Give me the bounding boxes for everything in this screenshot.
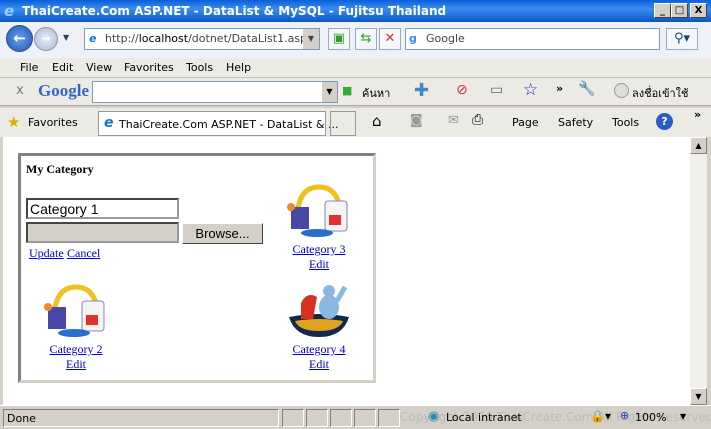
signin-button[interactable]: ลงชื่อเข้าใช้ bbox=[632, 84, 688, 102]
list-item: Category 4 Edit bbox=[264, 281, 374, 372]
google-search-dropdown[interactable]: ▼ bbox=[322, 82, 337, 102]
address-dropdown-button[interactable]: ▼ bbox=[303, 29, 319, 49]
feeds-icon[interactable]: ◙ bbox=[410, 113, 423, 128]
compatibility-view-icon[interactable]: ▣ bbox=[328, 28, 350, 50]
browse-button[interactable]: Browse... bbox=[182, 223, 263, 244]
status-pane bbox=[354, 409, 376, 427]
mail-icon[interactable]: ✉ bbox=[448, 113, 459, 128]
url-scheme: http:// bbox=[105, 32, 139, 45]
refresh-button[interactable]: ⇆ bbox=[355, 28, 377, 50]
ie-page-icon: e bbox=[104, 115, 114, 131]
file-path-input[interactable] bbox=[26, 222, 179, 243]
popup-blocker-icon[interactable]: ⊘ bbox=[456, 82, 468, 98]
favorites-button[interactable]: Favorites bbox=[28, 116, 78, 129]
favorites-star-icon: ★ bbox=[7, 113, 21, 131]
maximize-button[interactable]: □ bbox=[671, 3, 688, 18]
edit-link[interactable]: Edit bbox=[309, 257, 329, 271]
close-button[interactable]: X bbox=[690, 3, 707, 18]
vertical-scrollbar[interactable]: ▲ ▼ bbox=[690, 137, 707, 405]
list-item: Category 3 Edit bbox=[264, 181, 374, 272]
highlight-icon[interactable]: ▭ bbox=[490, 82, 503, 98]
url-host: localhost bbox=[138, 32, 189, 45]
menu-edit[interactable]: Edit bbox=[52, 61, 73, 74]
status-bar: Done Copyright 2009 ThaiCreate.Com All R… bbox=[0, 405, 711, 429]
minimize-button[interactable]: _ bbox=[654, 3, 671, 18]
list-item: Category 2 Edit bbox=[21, 281, 131, 372]
status-pane bbox=[378, 409, 400, 427]
category-name-input[interactable] bbox=[26, 198, 179, 219]
google-icon: ■ bbox=[342, 84, 353, 97]
account-icon bbox=[614, 83, 629, 98]
edit-link[interactable]: Edit bbox=[309, 357, 329, 371]
search-input[interactable]: g Google bbox=[405, 28, 660, 50]
zoom-icon: ⊕ bbox=[620, 409, 630, 422]
protected-mode-icon[interactable]: 🔒▾ bbox=[590, 409, 611, 423]
edit-link[interactable]: Edit bbox=[66, 357, 86, 371]
tab-title: ThaiCreate.Com ASP.NET - DataList & ... bbox=[119, 118, 339, 131]
browser-tab[interactable]: e ThaiCreate.Com ASP.NET - DataList & ..… bbox=[98, 111, 339, 136]
ie-logo-icon: e bbox=[4, 2, 15, 20]
safety-menu[interactable]: Safety bbox=[558, 116, 593, 129]
google-search-button[interactable]: ค้นหา bbox=[362, 84, 390, 102]
status-pane bbox=[330, 409, 352, 427]
window-title: ThaiCreate.Com ASP.NET - DataList & MySQ… bbox=[22, 4, 447, 18]
menu-help[interactable]: Help bbox=[226, 61, 251, 74]
navigation-bar: ← → ▼ e http://localhost/dotnet/DataList… bbox=[0, 22, 711, 58]
zoom-level[interactable]: 100% bbox=[635, 411, 666, 424]
category-link[interactable]: Category 4 bbox=[293, 342, 346, 356]
category-link[interactable]: Category 2 bbox=[50, 342, 103, 356]
playhouse-toy-image bbox=[44, 284, 105, 337]
stop-button[interactable]: ✕ bbox=[379, 28, 401, 50]
back-button[interactable]: ← bbox=[6, 25, 33, 52]
menu-bar: File Edit View Favorites Tools Help bbox=[0, 58, 711, 78]
menu-file[interactable]: File bbox=[20, 61, 38, 74]
help-icon[interactable]: ? bbox=[656, 113, 673, 130]
google-search-input[interactable]: ▼ bbox=[92, 81, 338, 103]
menu-view[interactable]: View bbox=[86, 61, 112, 74]
category-datalist: My Category Browse... Update Cancel Cate… bbox=[18, 153, 376, 383]
google-logo: Google bbox=[38, 81, 89, 100]
page-content: My Category Browse... Update Cancel Cate… bbox=[3, 137, 690, 405]
tools-menu[interactable]: Tools bbox=[612, 116, 639, 129]
status-pane bbox=[282, 409, 304, 427]
overflow-chevron-icon[interactable]: » bbox=[694, 108, 701, 121]
boat-toy-image bbox=[289, 285, 349, 337]
status-pane bbox=[306, 409, 328, 427]
scroll-up-button[interactable]: ▲ bbox=[690, 137, 707, 154]
scroll-down-button[interactable]: ▼ bbox=[690, 388, 707, 405]
new-tab-button[interactable] bbox=[330, 111, 356, 136]
update-link[interactable]: Update bbox=[29, 246, 64, 261]
address-bar[interactable]: e http://localhost/dotnet/DataList1.aspx… bbox=[84, 28, 320, 50]
plus-icon[interactable]: ✚ bbox=[414, 80, 429, 101]
list-heading: My Category bbox=[26, 162, 94, 176]
google-toolbar: x Google ▼ ■ ค้นหา ✚ ⊘ ▭ ☆ » 🔧 ลงชื่อเข้… bbox=[0, 78, 711, 106]
close-toolbar-button[interactable]: x bbox=[16, 83, 24, 98]
google-icon: g bbox=[409, 32, 417, 45]
bookmark-star-icon[interactable]: ☆ bbox=[523, 80, 538, 100]
menu-favorites[interactable]: Favorites bbox=[124, 61, 174, 74]
page-menu[interactable]: Page bbox=[512, 116, 539, 129]
url-path: /dotnet/DataList1.aspx bbox=[188, 32, 314, 45]
status-text: Done bbox=[3, 409, 279, 427]
intranet-globe-icon: ◉ bbox=[428, 409, 440, 424]
category-link[interactable]: Category 3 bbox=[293, 242, 346, 256]
security-zone: Local intranet bbox=[446, 411, 522, 424]
search-button[interactable]: ⚲▾ bbox=[666, 28, 698, 50]
favorites-bar: ★ Favorites e ThaiCreate.Com ASP.NET - D… bbox=[0, 108, 711, 137]
playhouse-toy-image bbox=[287, 184, 348, 237]
home-icon[interactable]: ⌂ bbox=[372, 112, 382, 130]
forward-button[interactable]: → bbox=[34, 27, 58, 51]
more-chevron-icon[interactable]: » bbox=[556, 82, 563, 95]
cancel-link[interactable]: Cancel bbox=[67, 246, 100, 261]
print-icon[interactable]: ⎙ bbox=[472, 112, 483, 128]
page-icon: e bbox=[89, 32, 97, 45]
history-dropdown-icon[interactable]: ▼ bbox=[63, 33, 69, 42]
wrench-icon[interactable]: 🔧 bbox=[578, 81, 595, 97]
zoom-dropdown-icon[interactable]: ▼ bbox=[680, 412, 686, 421]
title-bar: e ThaiCreate.Com ASP.NET - DataList & My… bbox=[0, 0, 711, 22]
search-placeholder: Google bbox=[426, 32, 465, 45]
menu-tools[interactable]: Tools bbox=[186, 61, 213, 74]
